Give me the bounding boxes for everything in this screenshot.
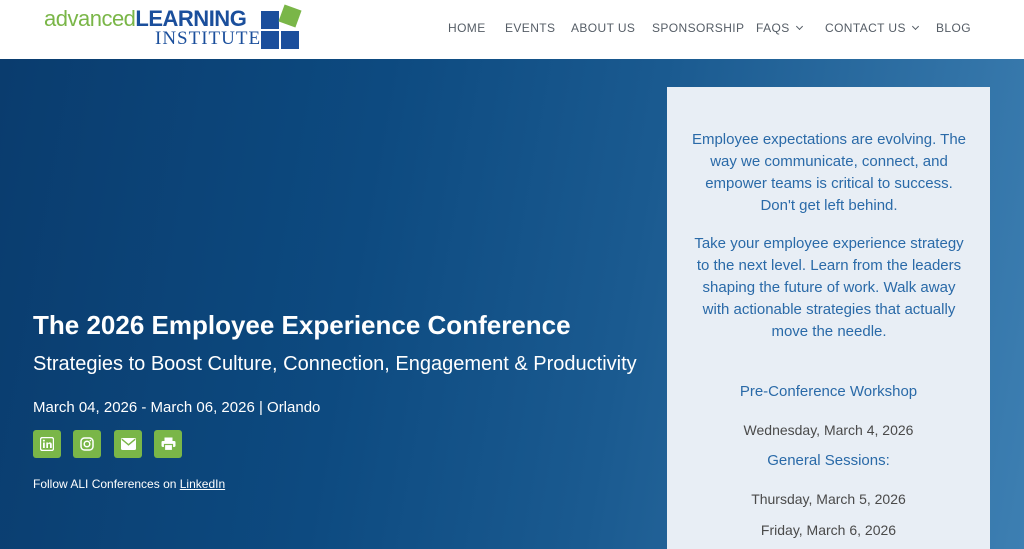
conference-subtitle: Strategies to Boost Culture, Connection,… bbox=[33, 353, 637, 375]
chevron-down-icon bbox=[795, 22, 803, 31]
nav-about-us[interactable]: ABOUT US bbox=[571, 20, 635, 36]
panel-strategy-paragraph: Take your employee experience strategy t… bbox=[694, 235, 964, 340]
logo-squares-icon bbox=[259, 4, 303, 49]
nav-blog[interactable]: BLOG bbox=[936, 20, 971, 36]
follow-text: Follow ALI Conferences on bbox=[33, 477, 180, 491]
nav-home[interactable]: HOME bbox=[448, 20, 486, 36]
email-icon[interactable] bbox=[114, 430, 142, 458]
nav-sponsorship[interactable]: SPONSORSHIP bbox=[652, 20, 744, 36]
nav-events-label: EVENTS bbox=[505, 21, 556, 35]
session-date-1: Thursday, March 5, 2026 bbox=[751, 491, 906, 507]
nav-faqs[interactable]: FAQS bbox=[756, 20, 803, 36]
panel-intro-paragraph: Employee expectations are evolving. The … bbox=[691, 131, 967, 214]
linkedin-icon[interactable] bbox=[33, 430, 61, 458]
nav-home-label: HOME bbox=[448, 21, 486, 35]
nav-contact-us-label: CONTACT US bbox=[825, 21, 906, 35]
nav-sponsorship-label: SPONSORSHIP bbox=[652, 21, 745, 35]
sessions-heading: General Sessions: bbox=[767, 452, 890, 469]
workshop-date: Wednesday, March 4, 2026 bbox=[743, 422, 914, 438]
nav-events[interactable]: EVENTS bbox=[505, 20, 555, 36]
hero-section: The 2026 Employee Experience Conference … bbox=[0, 59, 1024, 549]
nav-contact-us[interactable]: CONTACT US bbox=[825, 20, 919, 36]
logo-word-advanced: advanced bbox=[44, 6, 136, 31]
chevron-down-icon bbox=[911, 22, 919, 31]
site-header: advancedLEARNING INSTITUTE HOME EVENTS A… bbox=[0, 0, 1024, 59]
nav-faqs-label: FAQS bbox=[756, 21, 790, 35]
nav-blog-label: BLOG bbox=[936, 21, 971, 35]
logo-word-institute: INSTITUTE bbox=[155, 28, 262, 49]
nav-about-us-label: ABOUT US bbox=[571, 21, 636, 35]
linkedin-link[interactable]: LinkedIn bbox=[180, 477, 225, 491]
conference-title: The 2026 Employee Experience Conference bbox=[33, 310, 571, 340]
instagram-icon[interactable] bbox=[73, 430, 101, 458]
workshop-heading: Pre-Conference Workshop bbox=[739, 383, 918, 400]
event-info-panel: Employee expectations are evolving. The … bbox=[667, 87, 990, 549]
site-logo[interactable]: advancedLEARNING INSTITUTE bbox=[44, 4, 304, 51]
print-icon[interactable] bbox=[154, 430, 182, 458]
conference-date-location: March 04, 2026 - March 06, 2026 | Orland… bbox=[33, 399, 321, 416]
session-date-2: Friday, March 6, 2026 bbox=[760, 522, 897, 538]
follow-linkedin-text: Follow ALI Conferences on LinkedIn bbox=[33, 477, 225, 491]
